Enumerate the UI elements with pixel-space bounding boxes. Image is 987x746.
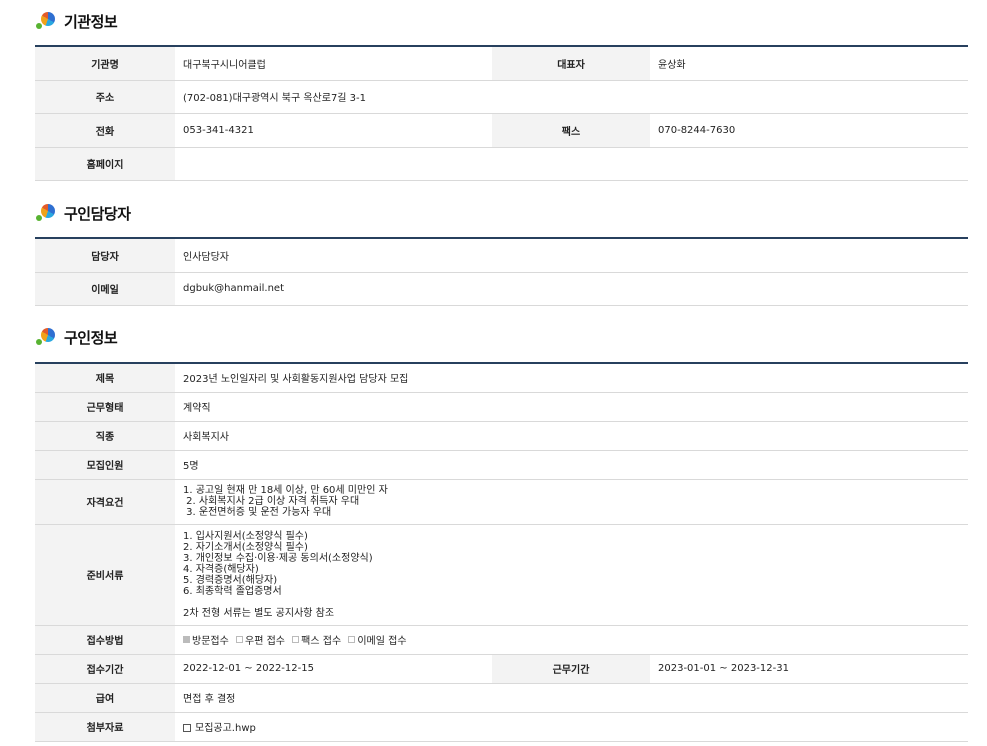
method-mail: 우편 접수 — [236, 632, 285, 647]
method-fax: 팩스 접수 — [292, 632, 341, 647]
org-addr-label: 주소 — [35, 80, 175, 114]
org-rep-value: 윤상화 — [650, 46, 968, 81]
job-count-label: 모집인원 — [35, 450, 175, 480]
job-category-value: 사회복지사 — [175, 421, 968, 451]
section-heading: 기관정보 — [64, 12, 118, 31]
docs-line — [183, 597, 968, 608]
section-title-job: 구인정보 — [36, 325, 118, 349]
job-period-label: 접수기간 — [35, 654, 175, 684]
org-name-value: 대구북구시니어클럽 — [175, 46, 492, 81]
docs-line: 2. 자기소개서(소정양식 필수) — [183, 541, 308, 553]
contact-email-value[interactable]: dgbuk@hanmail.net — [175, 272, 968, 306]
job-count-value: 5명 — [175, 450, 968, 480]
docs-line: 4. 자격증(해당자) — [183, 563, 259, 575]
job-qual-label: 자격요건 — [35, 479, 175, 525]
method-email: 이메일 접수 — [348, 632, 407, 647]
org-addr-value: (702-081)대구광역시 북구 옥산로7길 3-1 — [175, 80, 968, 114]
org-name-label: 기관명 — [35, 46, 175, 81]
job-method-value: 방문접수 우편 접수 팩스 접수 이메일 접수 — [175, 625, 968, 655]
docs-line: 2차 전형 서류는 별도 공지사항 참조 — [183, 607, 335, 619]
org-home-value[interactable] — [175, 147, 968, 181]
section-heading: 구인담당자 — [64, 204, 131, 223]
table-row: 모집인원 5명 — [35, 450, 968, 480]
table-row: 이메일 dgbuk@hanmail.net — [35, 272, 968, 306]
table-row: 직종 사회복지사 — [35, 421, 968, 451]
table-row: 담당자 인사담당자 — [35, 238, 968, 273]
job-qual-value: 1. 공고일 현재 만 18세 이상, 만 60세 미만인 자 2. 사회복지사… — [175, 479, 968, 525]
job-docs-value: 1. 입사지원서(소정양식 필수) 2. 자기소개서(소정양식 필수) 3. 개… — [175, 524, 968, 626]
attachment-link[interactable]: 모집공고.hwp — [195, 723, 256, 734]
table-row: 주소 (702-081)대구광역시 북구 옥산로7길 3-1 — [35, 80, 968, 114]
job-salary-label: 급여 — [35, 683, 175, 713]
table-row: 제목 2023년 노인일자리 및 사회활동지원사업 담당자 모집 — [35, 363, 968, 393]
job-docs-label: 준비서류 — [35, 524, 175, 626]
qual-line: 3. 운전면허증 및 운전 가능자 우대 — [183, 507, 332, 518]
docs-line: 5. 경력증명서(해당자) — [183, 574, 278, 586]
qual-line: 2. 사회복지사 2급 이상 자격 취득자 우대 — [183, 496, 360, 507]
checkbox-icon — [292, 636, 300, 643]
contact-person-value: 인사담당자 — [175, 238, 968, 273]
section-logo-icon — [36, 202, 58, 224]
table-row: 접수기간 2022-12-01 ~ 2022-12-15 근무기간 2023-0… — [35, 654, 968, 684]
docs-line: 3. 개인정보 수집·이용·제공 동의서(소정양식) — [183, 552, 373, 564]
job-type-value: 계약직 — [175, 392, 968, 422]
job-work-period-value: 2023-01-01 ~ 2023-12-31 — [650, 654, 968, 684]
job-salary-value: 면접 후 결정 — [175, 683, 968, 713]
job-info-table: 제목 2023년 노인일자리 및 사회활동지원사업 담당자 모집 근무형태 계약… — [35, 362, 968, 742]
docs-line: 6. 최종학력 졸업증명서 — [183, 585, 282, 597]
job-attach-value: 모집공고.hwp — [175, 712, 968, 742]
job-method-label: 접수방법 — [35, 625, 175, 655]
job-type-label: 근무형태 — [35, 392, 175, 422]
section-heading: 구인정보 — [64, 328, 118, 347]
table-row: 접수방법 방문접수 우편 접수 팩스 접수 이메일 접수 — [35, 625, 968, 655]
table-row: 기관명 대구북구시니어클럽 대표자 윤상화 — [35, 46, 968, 81]
table-row: 전화 053-341-4321 팩스 070-8244-7630 — [35, 113, 968, 148]
section-logo-icon — [36, 10, 58, 32]
section-title-org: 기관정보 — [36, 9, 118, 33]
org-rep-label: 대표자 — [492, 46, 650, 81]
job-title-label: 제목 — [35, 363, 175, 393]
contact-info-table: 담당자 인사담당자 이메일 dgbuk@hanmail.net — [35, 237, 968, 306]
method-visit: 방문접수 — [183, 632, 229, 647]
qual-line: 1. 공고일 현재 만 18세 이상, 만 60세 미만인 자 — [183, 485, 388, 496]
checkbox-icon — [348, 636, 356, 643]
section-logo-icon — [36, 326, 58, 348]
table-row: 첨부자료 모집공고.hwp — [35, 712, 968, 742]
contact-email-label: 이메일 — [35, 272, 175, 306]
table-row: 급여 면접 후 결정 — [35, 683, 968, 713]
table-row: 준비서류 1. 입사지원서(소정양식 필수) 2. 자기소개서(소정양식 필수)… — [35, 524, 968, 626]
contact-person-label: 담당자 — [35, 238, 175, 273]
section-title-contact: 구인담당자 — [36, 201, 131, 225]
job-title-value: 2023년 노인일자리 및 사회활동지원사업 담당자 모집 — [175, 363, 968, 393]
org-fax-label: 팩스 — [492, 113, 650, 148]
file-icon — [183, 724, 191, 732]
docs-line: 1. 입사지원서(소정양식 필수) — [183, 530, 308, 542]
org-info-table: 기관명 대구북구시니어클럽 대표자 윤상화 주소 (702-081)대구광역시 … — [35, 45, 968, 181]
table-row: 근무형태 계약직 — [35, 392, 968, 422]
checkbox-icon — [183, 636, 190, 643]
job-work-period-label: 근무기간 — [492, 654, 650, 684]
org-home-label: 홈페이지 — [35, 147, 175, 181]
job-category-label: 직종 — [35, 421, 175, 451]
table-row: 자격요건 1. 공고일 현재 만 18세 이상, 만 60세 미만인 자 2. … — [35, 479, 968, 525]
job-period-value: 2022-12-01 ~ 2022-12-15 — [175, 654, 492, 684]
org-fax-value: 070-8244-7630 — [650, 113, 968, 148]
org-phone-label: 전화 — [35, 113, 175, 148]
table-row: 홈페이지 — [35, 147, 968, 181]
org-phone-value: 053-341-4321 — [175, 113, 492, 148]
checkbox-icon — [236, 636, 243, 643]
job-attach-label: 첨부자료 — [35, 712, 175, 742]
